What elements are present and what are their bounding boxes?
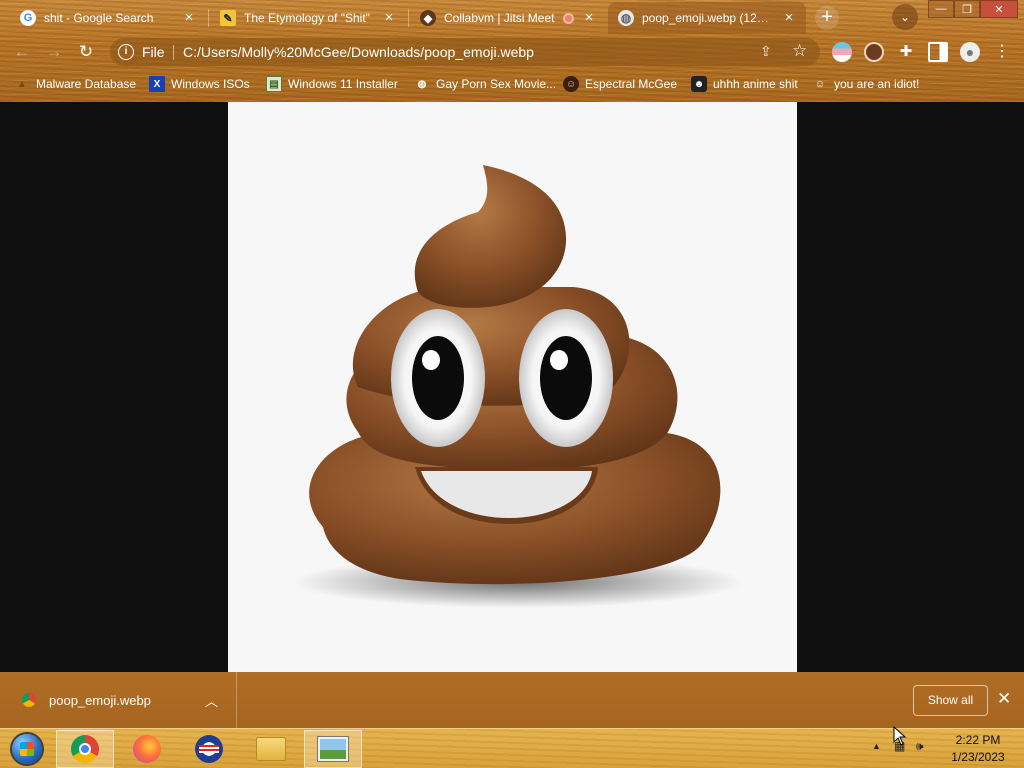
bookmark-label: Windows ISOs	[171, 77, 250, 91]
photo-viewer-icon	[318, 737, 348, 761]
mouse-pointer-icon	[893, 726, 907, 746]
tab-title: Collabvm | Jitsi Meet	[444, 11, 555, 25]
url-text[interactable]: C:/Users/Molly%20McGee/Downloads/poop_em…	[183, 44, 534, 60]
reload-button[interactable]: ↻	[74, 40, 98, 64]
bookmark-label: uhhh anime shit	[713, 77, 798, 91]
tab-divider	[408, 9, 409, 27]
chrome-file-icon	[22, 693, 36, 707]
taskbar-opera[interactable]	[180, 730, 238, 768]
tab-etymology[interactable]: ✎ The Etymology of "Shit" ×	[210, 2, 406, 34]
left-pupil	[412, 336, 464, 420]
restore-button[interactable]: ❐	[954, 0, 980, 18]
chrome-menu-icon[interactable]: ⋮	[992, 42, 1012, 62]
clock-time: 2:22 PM	[955, 733, 1001, 747]
tab-close-icon[interactable]: ×	[782, 10, 796, 25]
taskbar-firefox[interactable]	[118, 730, 176, 768]
show-hidden-icons[interactable]: ▲	[872, 741, 881, 751]
address-bar[interactable]: i File C:/Users/Molly%20McGee/Downloads/…	[110, 38, 820, 66]
profile-extension-icon[interactable]	[864, 42, 884, 62]
taskbar: ▲ ▦ 🕪 2:22 PM 1/23/2023	[0, 728, 1024, 768]
taskbar-chrome[interactable]	[56, 730, 114, 768]
clock-date: 1/23/2023	[951, 750, 1005, 764]
minimize-button[interactable]: —	[928, 0, 954, 18]
close-download-shelf-icon[interactable]: ✕	[997, 689, 1011, 709]
bookmark-malware-database[interactable]: ▲ Malware Database	[14, 74, 136, 94]
taskbar-photo-viewer[interactable]	[304, 730, 362, 768]
globe-bookmark-icon: ◍	[417, 78, 427, 90]
tab-title: shit - Google Search	[44, 11, 154, 25]
bookmark-espectral-mcgee[interactable]: ☺ Espectral McGee	[563, 74, 677, 94]
start-button[interactable]	[2, 730, 52, 768]
download-shelf: poop_emoji.webp ︿ Show all ✕	[0, 672, 1024, 728]
image-viewer	[0, 102, 1024, 672]
bookmark-windows-11-installer[interactable]: ▤ Windows 11 Installer	[266, 74, 398, 94]
pile-of-poo-illustration	[293, 165, 743, 608]
scheme-divider	[173, 45, 174, 60]
volume-icon[interactable]: 🕪	[916, 739, 924, 754]
side-panel-icon[interactable]	[928, 42, 948, 62]
new-tab-button[interactable]: +	[815, 6, 839, 30]
anime-icon: ☻	[691, 76, 707, 92]
show-all-button[interactable]: Show all	[913, 685, 988, 716]
avatar-icon: ☺	[563, 76, 579, 92]
right-eye-highlight	[550, 350, 568, 370]
tab-close-icon[interactable]: ×	[582, 10, 596, 25]
bookmark-you-are-an-idiot[interactable]: ☺ you are an idiot!	[812, 74, 920, 94]
tab-close-icon[interactable]: ×	[182, 10, 196, 25]
malware-icon: ▲	[17, 78, 27, 90]
right-pupil	[540, 336, 592, 420]
chevron-up-icon[interactable]: ︿	[205, 691, 218, 710]
tab-search-button[interactable]: ⌄	[892, 4, 918, 30]
download-filename: poop_emoji.webp	[49, 692, 151, 708]
tab-title: poop_emoji.webp (1200×1200)	[642, 11, 774, 25]
browser-frame: G shit - Google Search × ✎ The Etymology…	[0, 0, 1024, 102]
google-favicon: G	[20, 10, 36, 26]
profile-avatar-icon[interactable]: ●	[960, 42, 980, 62]
poop-emoji-image[interactable]	[228, 102, 797, 672]
idiot-icon: ☺	[814, 78, 826, 90]
taskbar-file-explorer[interactable]	[242, 730, 300, 768]
bookmark-label: Malware Database	[36, 77, 137, 91]
recording-indicator-icon	[563, 12, 574, 24]
pride-flag-extension-icon[interactable]	[832, 42, 852, 62]
bookmark-label: Espectral McGee	[585, 77, 678, 91]
tab-divider	[208, 9, 209, 27]
globe-favicon: ◍	[618, 10, 634, 26]
forward-button[interactable]: →	[42, 40, 66, 64]
system-clock[interactable]: 2:22 PM 1/23/2023	[932, 732, 1024, 766]
folder-icon	[256, 737, 286, 761]
tab-title: The Etymology of "Shit"	[244, 11, 370, 25]
jitsi-favicon: ◆	[420, 10, 436, 26]
etymology-favicon: ✎	[220, 10, 236, 26]
poop-top-swirl	[414, 165, 567, 308]
bookmark-windows-isos[interactable]: X Windows ISOs	[149, 74, 250, 94]
tab-google-search[interactable]: G shit - Google Search ×	[10, 2, 206, 34]
extensions-puzzle-icon[interactable]: ✚	[896, 42, 916, 62]
window-controls: — ❐ ✕	[928, 0, 1018, 18]
back-button[interactable]: ←	[10, 40, 34, 64]
tab-close-icon[interactable]: ×	[382, 10, 396, 25]
windows-x-icon: X	[149, 76, 165, 92]
bookmark-label: Gay Porn Sex Movie...	[436, 77, 557, 91]
url-scheme: File	[142, 44, 165, 60]
close-window-button[interactable]: ✕	[980, 0, 1018, 18]
chrome-icon	[71, 735, 99, 763]
firefox-icon	[133, 735, 161, 763]
start-orb-icon	[12, 734, 42, 764]
bookmark-label: you are an idiot!	[834, 77, 920, 91]
bookmark-gay-porn-sex-movie[interactable]: ◍ Gay Porn Sex Movie...	[414, 74, 556, 94]
site-info-icon[interactable]: i	[118, 44, 134, 60]
bookmark-label: Windows 11 Installer	[288, 77, 398, 91]
left-eye-highlight	[422, 350, 440, 370]
bookmark-anime[interactable]: ☻ uhhh anime shit	[691, 74, 798, 94]
tab-poop-emoji[interactable]: ◍ poop_emoji.webp (1200×1200) ×	[608, 2, 806, 34]
opera-icon	[195, 735, 223, 763]
bookmark-star-icon[interactable]: ☆	[792, 41, 807, 61]
installer-icon: ▤	[266, 76, 282, 92]
tab-jitsi[interactable]: ◆ Collabvm | Jitsi Meet ×	[410, 2, 606, 34]
share-icon[interactable]: ⇪	[760, 43, 772, 60]
download-item[interactable]: poop_emoji.webp ︿	[0, 672, 237, 728]
